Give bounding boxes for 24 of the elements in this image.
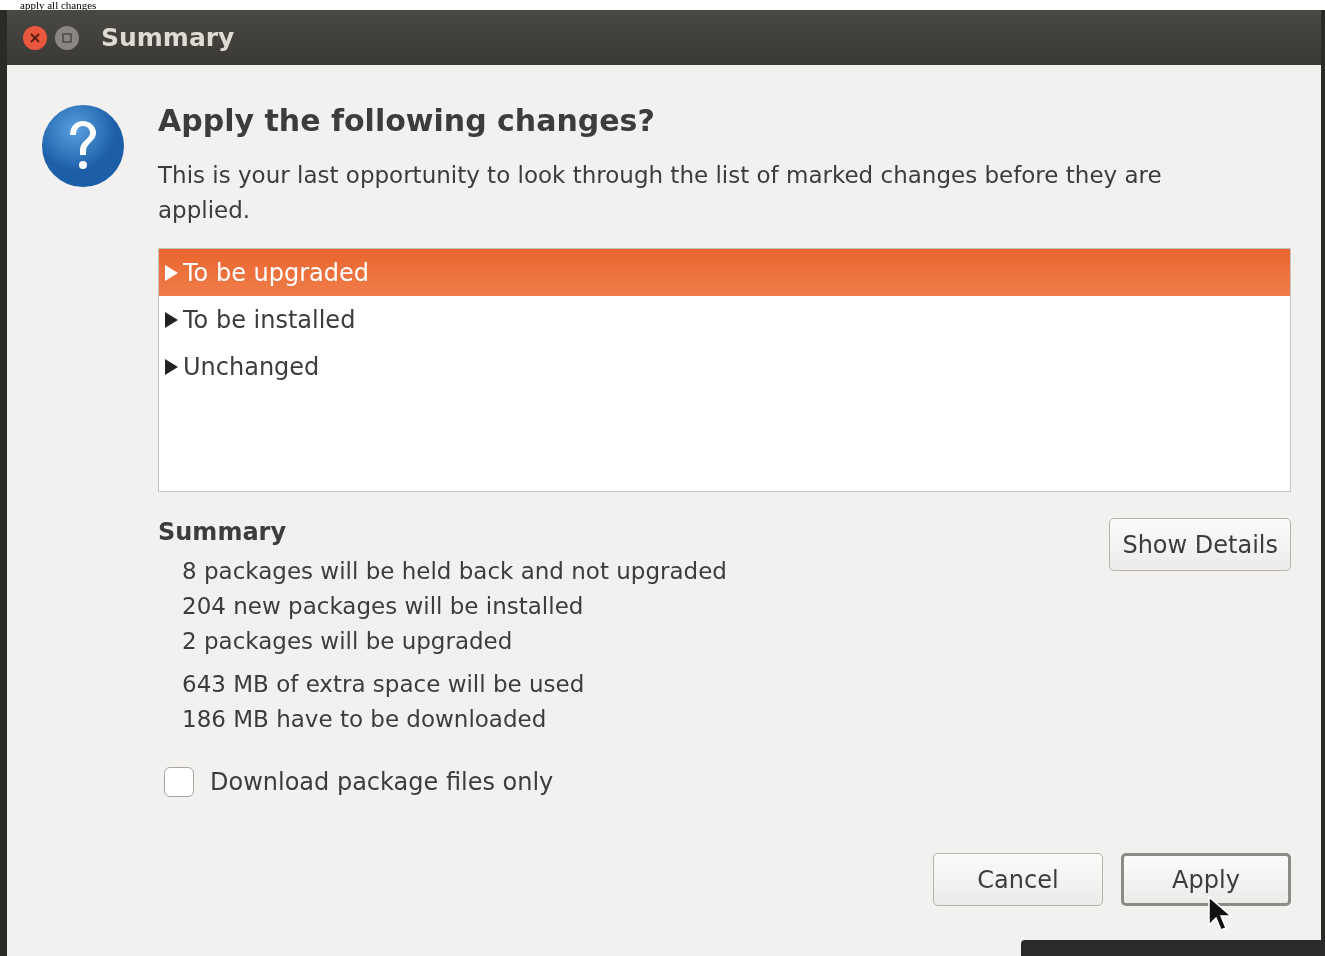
close-icon <box>30 32 40 43</box>
dialog-message: This is your last opportunity to look through the list of marked changes before they are applied. <box>158 161 1163 225</box>
download-only-checkbox[interactable] <box>164 767 194 797</box>
show-details-button[interactable]: Show Details <box>1109 518 1291 571</box>
list-item[interactable]: Unchanged <box>159 343 1290 390</box>
summary-line: 2 packages will be upgraded <box>181 627 514 656</box>
dialog-heading: Apply the following changes? <box>158 103 656 138</box>
summary-line: 643 MB of extra space will be used <box>181 670 586 699</box>
expander-icon[interactable] <box>163 357 179 376</box>
dialog-button[interactable]: Cancel <box>933 853 1103 906</box>
list-item[interactable]: To be installed <box>159 296 1290 343</box>
summary-title: Summary <box>158 518 288 546</box>
dialog-button[interactable]: Apply <box>1121 853 1291 906</box>
summary-line: 8 packages will be held back and not upgraded <box>181 557 727 586</box>
summary-line: 204 new packages will be installed <box>181 592 585 621</box>
maximize-button[interactable] <box>55 25 79 50</box>
checkbox-label: Download package files only <box>210 768 554 796</box>
window-title: Summary <box>101 23 235 52</box>
close-button[interactable] <box>23 25 47 50</box>
maximize-icon <box>62 32 72 43</box>
question-icon <box>40 103 126 189</box>
cursor-icon <box>1208 896 1232 932</box>
expander-icon[interactable] <box>163 310 179 329</box>
summary-line: 186 MB have to be downloaded <box>181 705 548 734</box>
